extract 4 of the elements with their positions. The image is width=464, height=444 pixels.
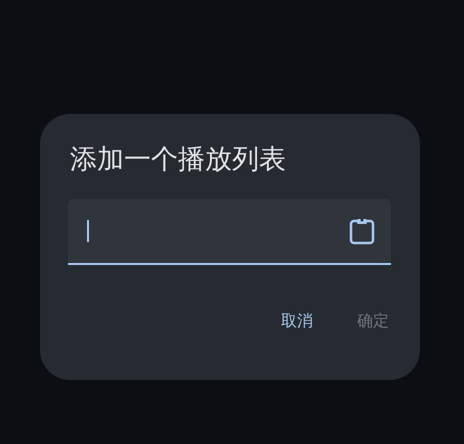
dialog-button[interactable]: 取消	[271, 303, 323, 340]
dialog-title: 添加一个播放列表	[70, 143, 287, 177]
input-field[interactable]	[68, 199, 391, 265]
clipboard-icon[interactable]	[349, 217, 375, 245]
